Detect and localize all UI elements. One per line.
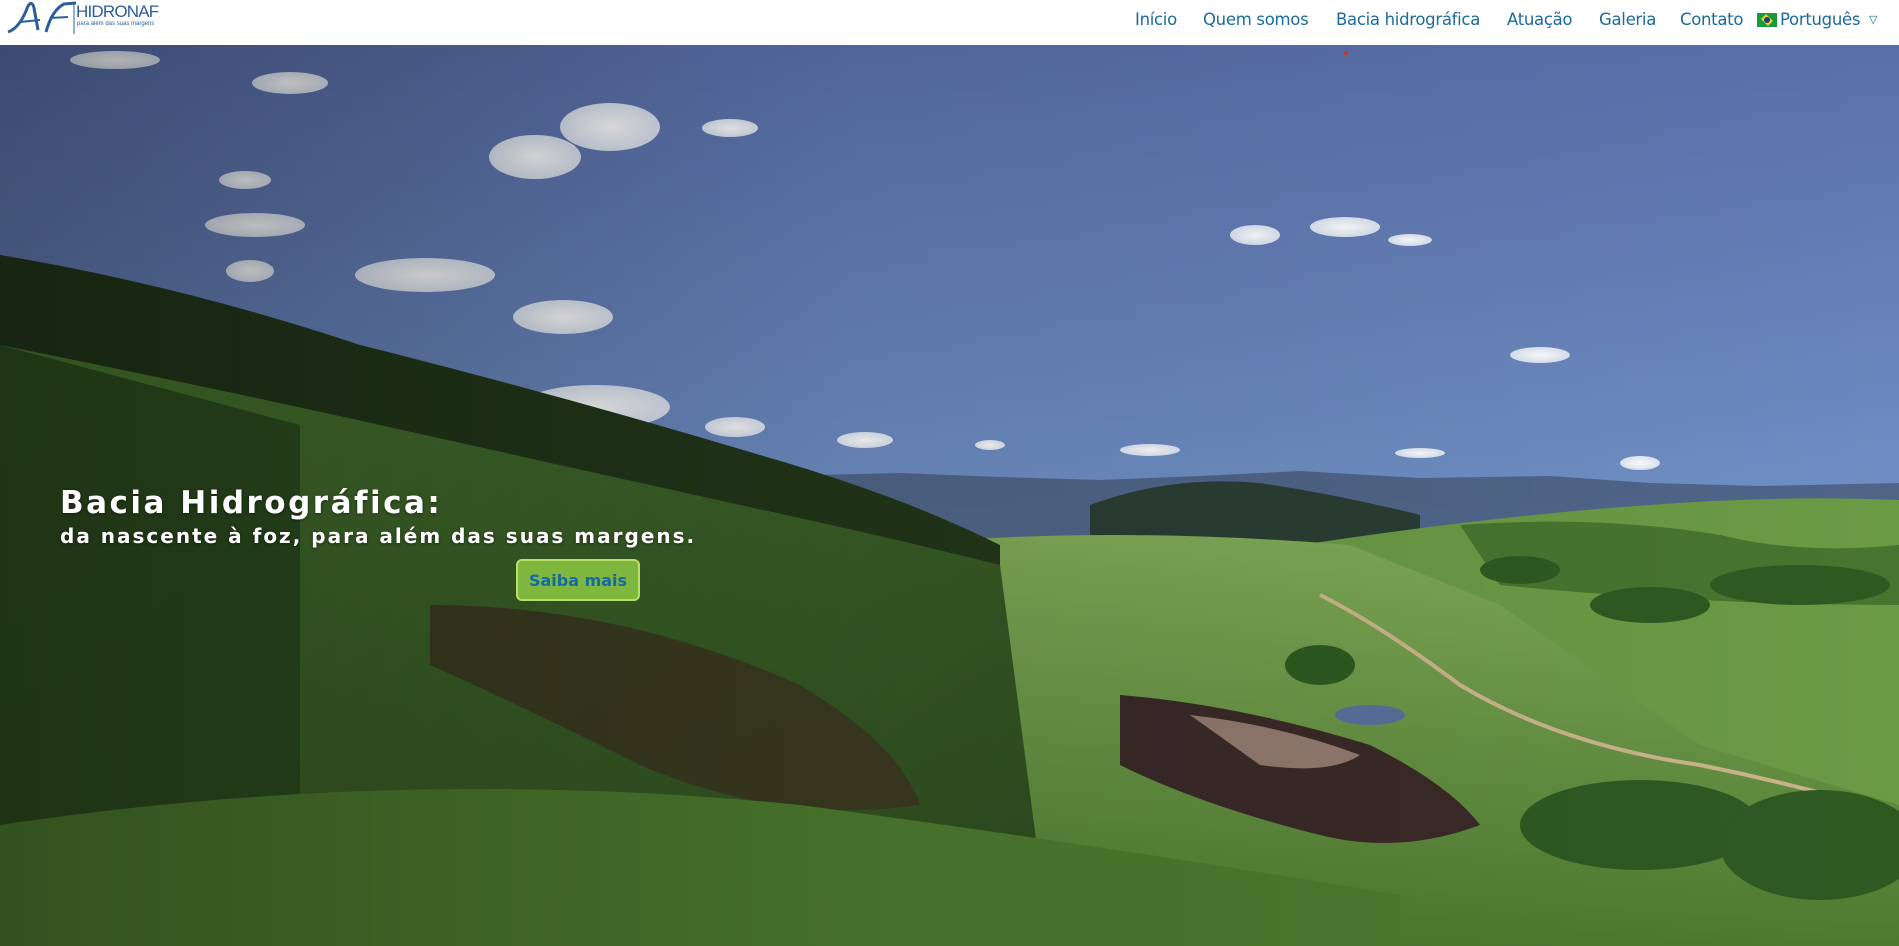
brazil-flag-icon bbox=[1757, 13, 1777, 27]
saiba-mais-button[interactable]: Saiba mais bbox=[516, 559, 640, 601]
nav-item-inicio[interactable]: Início bbox=[1135, 10, 1177, 29]
logo[interactable]: HIDRONAF para além das suas margens bbox=[6, 0, 166, 36]
hero-title: Bacia Hidrográfica: bbox=[60, 485, 443, 521]
nav-item-atuacao[interactable]: Atuação bbox=[1507, 10, 1573, 29]
hero-banner: Bacia Hidrográfica: da nascente à foz, p… bbox=[0, 45, 1899, 946]
nav-item-quem-somos[interactable]: Quem somos bbox=[1203, 10, 1309, 29]
nav-item-contato[interactable]: Contato bbox=[1680, 10, 1743, 29]
language-selector[interactable]: Português bbox=[1780, 10, 1860, 29]
nav-item-bacia-hidrografica[interactable]: Bacia hidrográfica bbox=[1336, 10, 1480, 29]
site-header: HIDRONAF para além das suas margens Iníc… bbox=[0, 0, 1899, 45]
logo-tagline: para além das suas margens bbox=[77, 21, 155, 27]
active-nav-indicator bbox=[1344, 51, 1348, 55]
logo-name: HIDRONAF bbox=[76, 2, 159, 21]
hero-subtitle: da nascente à foz, para além das suas ma… bbox=[60, 524, 697, 548]
chevron-down-icon[interactable]: ▽ bbox=[1869, 13, 1877, 26]
logo-mark-icon bbox=[7, 1, 77, 34]
nav-item-galeria[interactable]: Galeria bbox=[1599, 10, 1656, 29]
